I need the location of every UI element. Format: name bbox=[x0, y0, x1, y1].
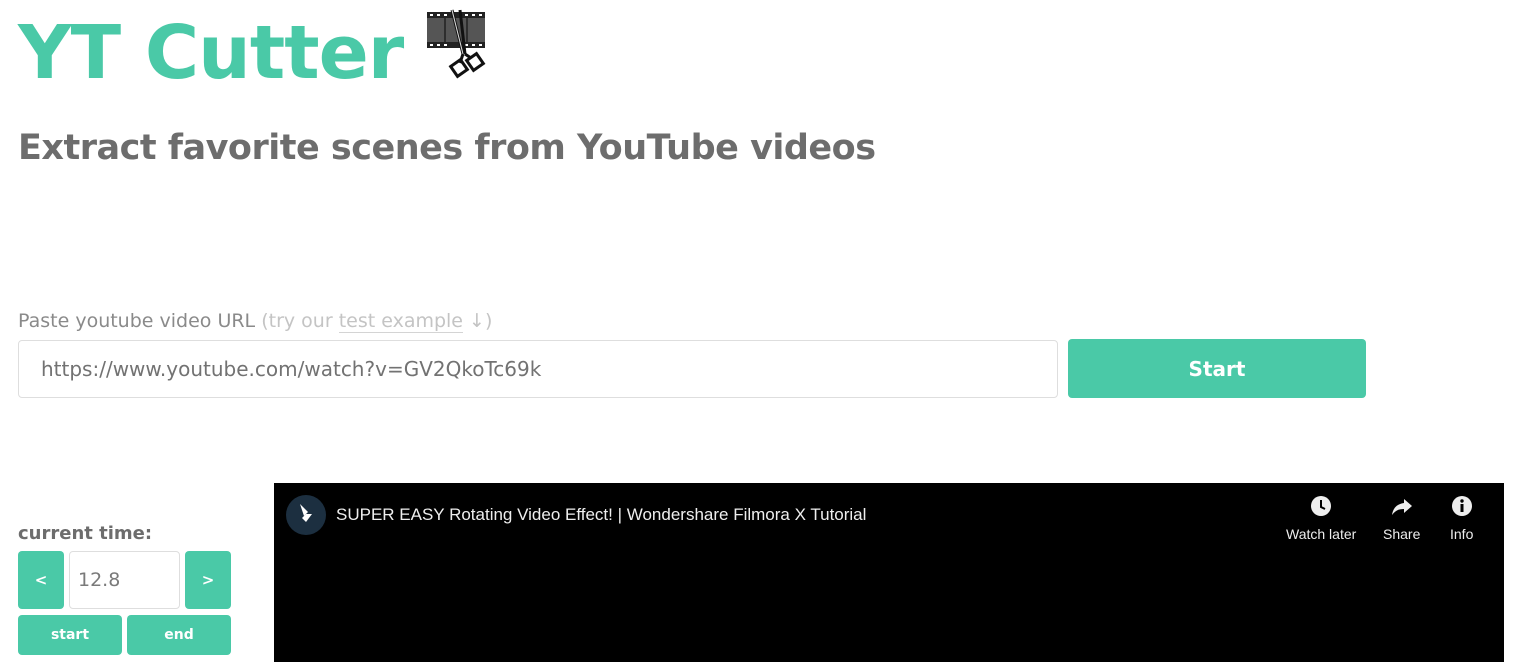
watch-later-label: Watch later bbox=[1286, 526, 1357, 542]
video-title[interactable]: SUPER EASY Rotating Video Effect! | Wond… bbox=[336, 505, 866, 525]
current-time-label: current time: bbox=[18, 523, 153, 544]
current-time-input[interactable] bbox=[69, 551, 180, 609]
clock-icon bbox=[1310, 495, 1332, 526]
hint-prefix: (try our bbox=[261, 310, 339, 332]
info-label: Info bbox=[1450, 526, 1474, 542]
step-forward-button[interactable]: > bbox=[185, 551, 231, 609]
url-label-text: Paste youtube video URL bbox=[18, 310, 256, 332]
share-button[interactable]: Share bbox=[1383, 495, 1420, 542]
info-icon bbox=[1451, 495, 1473, 526]
share-label: Share bbox=[1383, 526, 1421, 542]
set-end-button[interactable]: end bbox=[127, 615, 231, 655]
filmora-logo-icon bbox=[297, 503, 315, 528]
down-arrow-icon: ↓ bbox=[469, 310, 485, 332]
share-arrow-icon bbox=[1391, 495, 1413, 526]
header: YT Cutter bbox=[18, 8, 497, 98]
url-label: Paste youtube video URL (try our test ex… bbox=[18, 310, 493, 333]
watch-later-button[interactable]: Watch later bbox=[1286, 495, 1356, 542]
channel-avatar[interactable] bbox=[286, 495, 326, 535]
video-url-input[interactable] bbox=[18, 340, 1058, 398]
page-subtitle: Extract favorite scenes from YouTube vid… bbox=[18, 128, 876, 168]
youtube-player[interactable]: SUPER EASY Rotating Video Effect! | Wond… bbox=[274, 483, 1504, 662]
info-button[interactable]: Info bbox=[1450, 495, 1473, 542]
app-title: YT Cutter bbox=[18, 10, 404, 96]
hint-suffix: ) bbox=[484, 310, 493, 332]
set-start-button[interactable]: start bbox=[18, 615, 122, 655]
film-scissors-icon bbox=[425, 8, 497, 86]
step-back-button[interactable]: < bbox=[18, 551, 64, 609]
start-button[interactable]: Start bbox=[1068, 339, 1366, 398]
test-example-link[interactable]: test example bbox=[338, 310, 463, 333]
